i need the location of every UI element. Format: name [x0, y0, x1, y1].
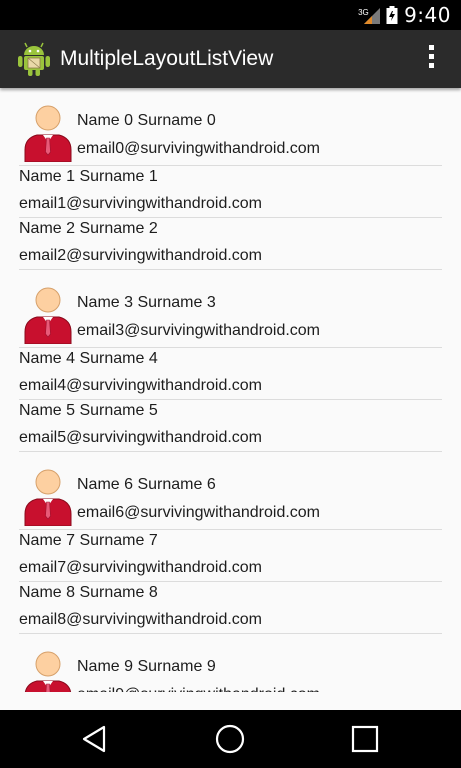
- avatar-icon: [23, 650, 73, 692]
- contact-email: email5@survivingwithandroid.com: [19, 429, 263, 446]
- list-item[interactable]: Name 9 Surname 9 email9@survivingwithandr…: [0, 634, 461, 692]
- app-title: MultipleLayoutListView: [60, 47, 274, 70]
- status-time: 9:40: [404, 3, 451, 27]
- contact-email: email2@survivingwithandroid.com: [19, 247, 263, 264]
- contact-name: Name 2 Surname 2: [19, 220, 158, 237]
- list-item[interactable]: Name 3 Surname 3 email3@survivingwithandr…: [0, 270, 461, 348]
- list-item[interactable]: Name 2 Surname 2 email2@survivingwithandr…: [0, 218, 461, 270]
- contact-email: email0@survivingwithandroid.com: [77, 140, 321, 157]
- list-item[interactable]: Name 1 Surname 1 email1@survivingwithandr…: [0, 166, 461, 218]
- contact-name: Name 7 Surname 7: [19, 532, 158, 549]
- list-item[interactable]: Name 8 Surname 8 email8@survivingwithandr…: [0, 582, 461, 634]
- contact-name: Name 8 Surname 8: [19, 584, 158, 601]
- home-icon[interactable]: [215, 724, 245, 754]
- contact-name: Name 5 Surname 5: [19, 402, 158, 419]
- avatar-icon: [23, 104, 73, 163]
- back-icon[interactable]: [80, 724, 110, 754]
- contact-email: email1@survivingwithandroid.com: [19, 195, 263, 212]
- signal-icon: 3G: [358, 6, 381, 24]
- android-robot-icon: [17, 41, 51, 77]
- list-item[interactable]: Name 0 Surname 0 email0@survivingwithandr…: [0, 88, 461, 166]
- status-bar: 3G 9:40: [0, 0, 461, 30]
- contact-email: email6@survivingwithandroid.com: [77, 504, 321, 521]
- action-bar: MultipleLayoutListView: [0, 30, 461, 88]
- contact-name: Name 3 Surname 3: [77, 294, 216, 311]
- contact-name: Name 9 Surname 9: [77, 658, 216, 675]
- list-item[interactable]: Name 4 Surname 4 email4@survivingwithandr…: [0, 348, 461, 400]
- contact-email: email7@survivingwithandroid.com: [19, 559, 263, 576]
- contact-name: Name 4 Surname 4: [19, 350, 158, 367]
- avatar-icon: [23, 468, 73, 527]
- status-icons: 3G 9:40: [358, 0, 451, 30]
- battery-icon: [386, 6, 398, 24]
- contact-email: email3@survivingwithandroid.com: [77, 322, 321, 339]
- list-item[interactable]: Name 6 Surname 6 email6@survivingwithandr…: [0, 452, 461, 530]
- recents-icon[interactable]: [350, 724, 380, 754]
- overflow-menu-icon[interactable]: [427, 45, 435, 73]
- list-item[interactable]: Name 7 Surname 7 email7@survivingwithandr…: [0, 530, 461, 582]
- navigation-bar: [0, 710, 461, 768]
- contact-email: email4@survivingwithandroid.com: [19, 377, 263, 394]
- list-item[interactable]: Name 5 Surname 5 email5@survivingwithandr…: [0, 400, 461, 452]
- contact-email: email9@survivingwithandroid.com: [77, 686, 320, 692]
- contact-name: Name 6 Surname 6: [77, 476, 216, 493]
- contact-name: Name 0 Surname 0: [77, 112, 216, 129]
- avatar-icon: [23, 286, 73, 345]
- contact-list[interactable]: Name 0 Surname 0 email0@survivingwithandr…: [0, 88, 461, 692]
- contact-name: Name 1 Surname 1: [19, 168, 158, 185]
- contact-email: email8@survivingwithandroid.com: [19, 611, 263, 628]
- network-type-label: 3G: [358, 8, 369, 17]
